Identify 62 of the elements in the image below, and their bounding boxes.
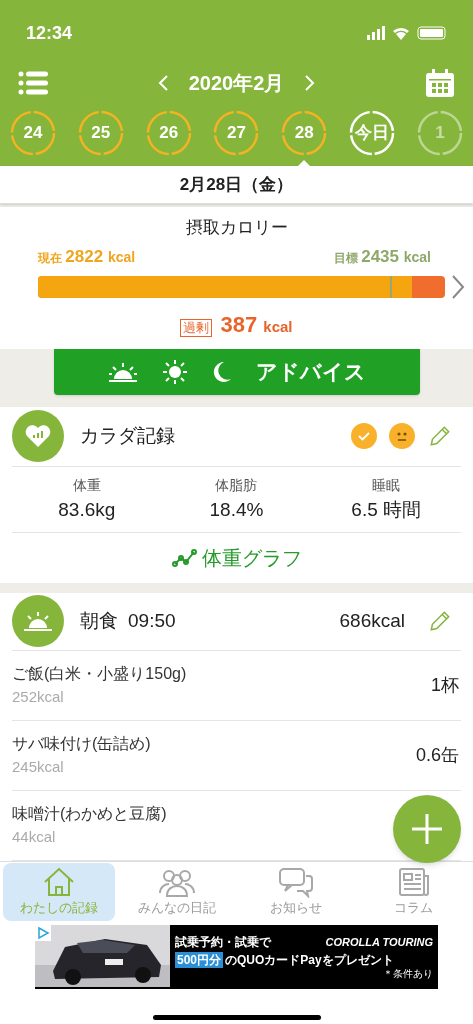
chevron-right-icon[interactable]: [451, 273, 465, 300]
ad-brand: COROLLA TOURING: [325, 934, 433, 950]
moon-icon: [211, 360, 232, 383]
meal-time: 09:50: [128, 609, 177, 634]
target-calories: 目標 2435 kcal: [333, 246, 431, 269]
excess-badge: 過剰: [180, 318, 213, 337]
status-time: 12:34: [26, 21, 73, 45]
ad-note: ＊条件あり: [383, 967, 433, 980]
day-button[interactable]: 今日: [349, 110, 396, 156]
ad-highlight: 500円分: [175, 951, 224, 968]
day-button[interactable]: 1: [416, 110, 463, 156]
sunrise-icon: [107, 361, 138, 382]
food-calories: 245kcal: [12, 757, 65, 778]
food-amount: 0.6缶: [415, 743, 459, 767]
menu-icon[interactable]: [18, 71, 48, 95]
plus-icon: [410, 811, 444, 846]
food-calories: 44kcal: [12, 827, 57, 848]
stat-value: 18.4%: [209, 497, 264, 522]
weight-graph-link[interactable]: 体重グラフ: [171, 542, 302, 573]
day-button[interactable]: 26: [145, 110, 192, 156]
day-button[interactable]: 25: [77, 110, 124, 156]
meal-total: 686kcal: [339, 609, 405, 634]
food-amount: 1杯: [431, 673, 459, 697]
date-heading: 2月28日（金）: [179, 173, 294, 196]
stat-value: 6.5 時間: [351, 497, 421, 522]
neutral-face-icon: [389, 423, 415, 450]
battery-icon: [417, 26, 447, 40]
food-name: ご飯(白米・小盛り150g): [12, 664, 187, 685]
current-calories: 現在 2822 kcal: [38, 246, 136, 269]
month-title: 2020年2月: [188, 71, 285, 96]
signal-icon: [367, 26, 385, 40]
day-button[interactable]: 28: [281, 110, 328, 156]
ad-icon[interactable]: [35, 924, 51, 941]
sunrise-icon: [12, 595, 64, 648]
tab-item[interactable]: みんなの日記: [121, 862, 234, 921]
calories-title: 摂取カロリー: [185, 216, 288, 239]
calendar-icon[interactable]: [425, 68, 455, 98]
advice-button[interactable]: アドバイス: [53, 348, 420, 395]
check-icon: [351, 423, 377, 450]
wifi-icon: [393, 26, 409, 40]
stat-label: 睡眠: [372, 475, 401, 495]
excess-calories: 387 kcal: [220, 310, 293, 339]
ad-text: 試乗予約・試乗で: [175, 933, 271, 950]
chevron-right-icon[interactable]: [304, 74, 317, 92]
line-graph-icon: [171, 547, 198, 568]
meal-title: 朝食: [80, 609, 118, 634]
tab-item[interactable]: わたしの記録: [3, 862, 115, 921]
sun-icon: [161, 358, 188, 385]
chevron-left-icon[interactable]: [156, 74, 169, 92]
stat-label: 体脂肪: [215, 475, 258, 495]
stat-label: 体重: [72, 475, 101, 495]
stat-value: 83.6kg: [58, 497, 116, 522]
food-calories: 252kcal: [12, 687, 65, 708]
tab-item[interactable]: コラム: [358, 862, 470, 921]
tab-item[interactable]: お知らせ: [239, 862, 352, 921]
day-button[interactable]: 24: [10, 110, 56, 156]
add-button[interactable]: [393, 794, 461, 863]
section-title: カラダ記録: [80, 424, 176, 449]
food-name: 味噌汁(わかめと豆腐): [12, 804, 167, 825]
food-name: サバ味付け(缶詰め): [12, 734, 151, 755]
day-button[interactable]: 27: [213, 110, 260, 156]
ad-text: のQUOカードPayをプレゼント: [225, 951, 394, 968]
